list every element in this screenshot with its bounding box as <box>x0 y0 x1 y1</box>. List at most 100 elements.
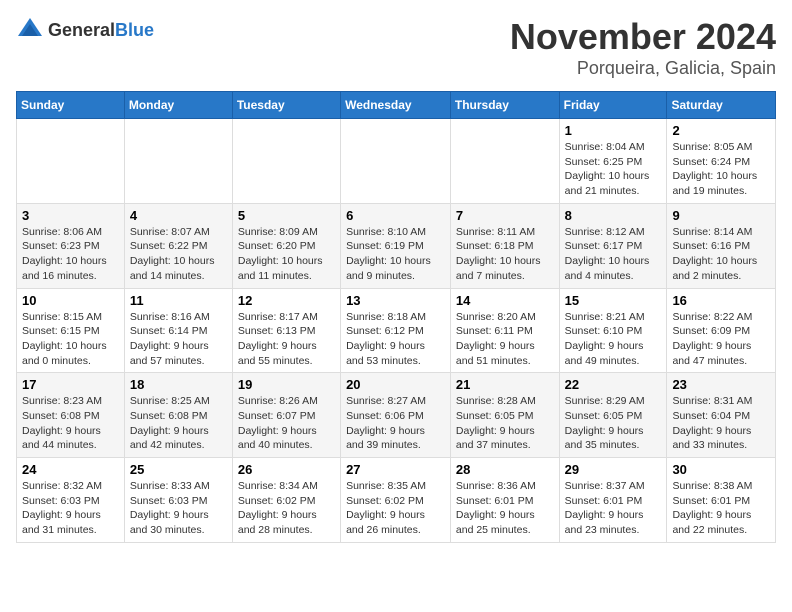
day-info: Sunrise: 8:25 AM Sunset: 6:08 PM Dayligh… <box>130 394 227 453</box>
day-info: Sunrise: 8:29 AM Sunset: 6:05 PM Dayligh… <box>565 394 662 453</box>
day-number: 6 <box>346 208 445 223</box>
day-number: 4 <box>130 208 227 223</box>
calendar-cell: 18 Sunrise: 8:25 AM Sunset: 6:08 PM Dayli… <box>124 373 232 458</box>
calendar-cell: 2Sunrise: 8:05 AM Sunset: 6:24 PM Daylig… <box>667 119 776 204</box>
day-info: Sunrise: 8:31 AM Sunset: 6:04 PM Dayligh… <box>672 394 770 453</box>
day-number: 22 <box>565 377 662 392</box>
calendar-week-row: 3 Sunrise: 8:06 AM Sunset: 6:23 PM Daylig… <box>17 203 776 288</box>
calendar-cell: 21Sunrise: 8:28 AM Sunset: 6:05 PM Dayli… <box>450 373 559 458</box>
calendar-cell: 22 Sunrise: 8:29 AM Sunset: 6:05 PM Dayli… <box>559 373 667 458</box>
calendar-cell: 13 Sunrise: 8:18 AM Sunset: 6:12 PM Dayli… <box>341 288 451 373</box>
calendar-cell: 7 Sunrise: 8:11 AM Sunset: 6:18 PM Daylig… <box>450 203 559 288</box>
day-number: 8 <box>565 208 662 223</box>
day-info: Sunrise: 8:04 AM Sunset: 6:25 PM Dayligh… <box>565 140 662 199</box>
day-number: 7 <box>456 208 554 223</box>
calendar-cell <box>124 119 232 204</box>
calendar-cell: 25 Sunrise: 8:33 AM Sunset: 6:03 PM Dayli… <box>124 458 232 543</box>
logo-icon <box>16 16 44 44</box>
logo-blue-text: Blue <box>115 20 154 40</box>
day-number: 14 <box>456 293 554 308</box>
day-number: 18 <box>130 377 227 392</box>
calendar-week-row: 24Sunrise: 8:32 AM Sunset: 6:03 PM Dayli… <box>17 458 776 543</box>
day-number: 1 <box>565 123 662 138</box>
day-number: 10 <box>22 293 119 308</box>
calendar-header-row: SundayMondayTuesdayWednesdayThursdayFrid… <box>17 92 776 119</box>
calendar-week-row: 17 Sunrise: 8:23 AM Sunset: 6:08 PM Dayli… <box>17 373 776 458</box>
day-number: 17 <box>22 377 119 392</box>
day-number: 9 <box>672 208 770 223</box>
day-number: 20 <box>346 377 445 392</box>
day-info: Sunrise: 8:27 AM Sunset: 6:06 PM Dayligh… <box>346 394 445 453</box>
calendar-cell: 17 Sunrise: 8:23 AM Sunset: 6:08 PM Dayli… <box>17 373 125 458</box>
calendar-cell <box>341 119 451 204</box>
calendar-cell: 16 Sunrise: 8:22 AM Sunset: 6:09 PM Dayli… <box>667 288 776 373</box>
calendar-cell: 23 Sunrise: 8:31 AM Sunset: 6:04 PM Dayli… <box>667 373 776 458</box>
calendar-cell: 6 Sunrise: 8:10 AM Sunset: 6:19 PM Daylig… <box>341 203 451 288</box>
day-info: Sunrise: 8:23 AM Sunset: 6:08 PM Dayligh… <box>22 394 119 453</box>
page-header: GeneralBlue November 2024 Porqueira, Gal… <box>16 16 776 79</box>
day-info: Sunrise: 8:22 AM Sunset: 6:09 PM Dayligh… <box>672 310 770 369</box>
calendar-cell: 12Sunrise: 8:17 AM Sunset: 6:13 PM Dayli… <box>232 288 340 373</box>
calendar-cell: 30Sunrise: 8:38 AM Sunset: 6:01 PM Dayli… <box>667 458 776 543</box>
day-number: 25 <box>130 462 227 477</box>
day-number: 3 <box>22 208 119 223</box>
calendar-cell: 27 Sunrise: 8:35 AM Sunset: 6:02 PM Dayli… <box>341 458 451 543</box>
day-number: 23 <box>672 377 770 392</box>
calendar-week-row: 10 Sunrise: 8:15 AM Sunset: 6:15 PM Dayli… <box>17 288 776 373</box>
day-number: 2 <box>672 123 770 138</box>
calendar-cell <box>232 119 340 204</box>
calendar-table: SundayMondayTuesdayWednesdayThursdayFrid… <box>16 91 776 543</box>
day-info: Sunrise: 8:07 AM Sunset: 6:22 PM Dayligh… <box>130 225 227 284</box>
weekday-header: Tuesday <box>232 92 340 119</box>
calendar-cell: 1 Sunrise: 8:04 AM Sunset: 6:25 PM Daylig… <box>559 119 667 204</box>
month-title: November 2024 <box>510 16 776 58</box>
day-info: Sunrise: 8:35 AM Sunset: 6:02 PM Dayligh… <box>346 479 445 538</box>
day-info: Sunrise: 8:12 AM Sunset: 6:17 PM Dayligh… <box>565 225 662 284</box>
day-info: Sunrise: 8:18 AM Sunset: 6:12 PM Dayligh… <box>346 310 445 369</box>
weekday-header: Sunday <box>17 92 125 119</box>
calendar-cell: 9Sunrise: 8:14 AM Sunset: 6:16 PM Daylig… <box>667 203 776 288</box>
day-info: Sunrise: 8:15 AM Sunset: 6:15 PM Dayligh… <box>22 310 119 369</box>
calendar-cell: 11Sunrise: 8:16 AM Sunset: 6:14 PM Dayli… <box>124 288 232 373</box>
day-info: Sunrise: 8:36 AM Sunset: 6:01 PM Dayligh… <box>456 479 554 538</box>
day-info: Sunrise: 8:16 AM Sunset: 6:14 PM Dayligh… <box>130 310 227 369</box>
day-number: 13 <box>346 293 445 308</box>
day-info: Sunrise: 8:26 AM Sunset: 6:07 PM Dayligh… <box>238 394 335 453</box>
day-info: Sunrise: 8:09 AM Sunset: 6:20 PM Dayligh… <box>238 225 335 284</box>
calendar-cell: 14Sunrise: 8:20 AM Sunset: 6:11 PM Dayli… <box>450 288 559 373</box>
day-info: Sunrise: 8:06 AM Sunset: 6:23 PM Dayligh… <box>22 225 119 284</box>
day-number: 16 <box>672 293 770 308</box>
logo: GeneralBlue <box>16 16 154 44</box>
day-number: 27 <box>346 462 445 477</box>
logo-general-text: General <box>48 20 115 40</box>
day-info: Sunrise: 8:34 AM Sunset: 6:02 PM Dayligh… <box>238 479 335 538</box>
day-info: Sunrise: 8:10 AM Sunset: 6:19 PM Dayligh… <box>346 225 445 284</box>
day-info: Sunrise: 8:37 AM Sunset: 6:01 PM Dayligh… <box>565 479 662 538</box>
weekday-header: Monday <box>124 92 232 119</box>
day-info: Sunrise: 8:17 AM Sunset: 6:13 PM Dayligh… <box>238 310 335 369</box>
calendar-cell <box>17 119 125 204</box>
day-number: 26 <box>238 462 335 477</box>
day-info: Sunrise: 8:32 AM Sunset: 6:03 PM Dayligh… <box>22 479 119 538</box>
calendar-cell <box>450 119 559 204</box>
calendar-cell: 19 Sunrise: 8:26 AM Sunset: 6:07 PM Dayli… <box>232 373 340 458</box>
calendar-cell: 28 Sunrise: 8:36 AM Sunset: 6:01 PM Dayli… <box>450 458 559 543</box>
day-info: Sunrise: 8:33 AM Sunset: 6:03 PM Dayligh… <box>130 479 227 538</box>
weekday-header: Wednesday <box>341 92 451 119</box>
calendar-cell: 8 Sunrise: 8:12 AM Sunset: 6:17 PM Daylig… <box>559 203 667 288</box>
day-number: 15 <box>565 293 662 308</box>
calendar-cell: 10 Sunrise: 8:15 AM Sunset: 6:15 PM Dayli… <box>17 288 125 373</box>
day-number: 19 <box>238 377 335 392</box>
day-number: 21 <box>456 377 554 392</box>
calendar-cell: 29 Sunrise: 8:37 AM Sunset: 6:01 PM Dayli… <box>559 458 667 543</box>
title-section: November 2024 Porqueira, Galicia, Spain <box>510 16 776 79</box>
day-number: 28 <box>456 462 554 477</box>
calendar-cell: 3 Sunrise: 8:06 AM Sunset: 6:23 PM Daylig… <box>17 203 125 288</box>
day-info: Sunrise: 8:11 AM Sunset: 6:18 PM Dayligh… <box>456 225 554 284</box>
day-number: 30 <box>672 462 770 477</box>
calendar-cell: 20 Sunrise: 8:27 AM Sunset: 6:06 PM Dayli… <box>341 373 451 458</box>
day-number: 29 <box>565 462 662 477</box>
calendar-cell: 15Sunrise: 8:21 AM Sunset: 6:10 PM Dayli… <box>559 288 667 373</box>
location-title: Porqueira, Galicia, Spain <box>510 58 776 79</box>
calendar-week-row: 1 Sunrise: 8:04 AM Sunset: 6:25 PM Daylig… <box>17 119 776 204</box>
